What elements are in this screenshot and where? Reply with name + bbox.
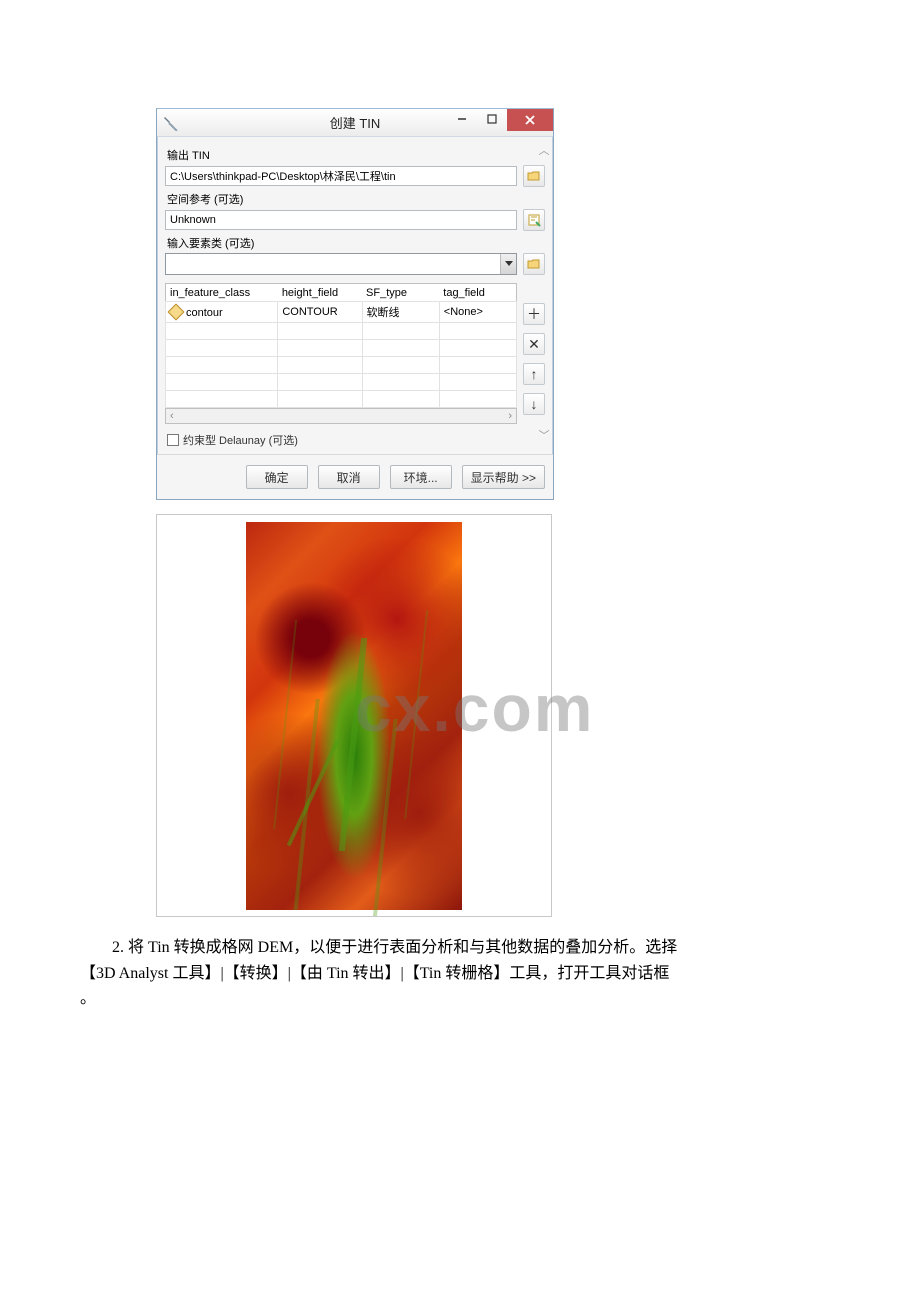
browse-output-button[interactable]: [523, 165, 545, 187]
scroll-right-icon[interactable]: ›: [508, 410, 512, 422]
input-fc-dropdown[interactable]: [165, 253, 517, 275]
polygon-icon: [168, 303, 185, 320]
table-header-row: in_feature_class height_field SF_type ta…: [166, 284, 517, 302]
col-sf-type: SF_type: [362, 284, 439, 302]
col-in-feature-class: in_feature_class: [166, 284, 278, 302]
terrain-image: [246, 522, 462, 910]
window-buttons: [447, 109, 553, 131]
add-row-button[interactable]: ＋: [523, 303, 545, 325]
spatial-ref-label: 空间参考 (可选): [167, 191, 545, 207]
spatial-ref-input[interactable]: [165, 210, 517, 230]
cancel-button[interactable]: 取消: [318, 465, 380, 489]
cell: 软断线: [362, 302, 439, 323]
browse-input-button[interactable]: [523, 253, 545, 275]
feature-class-table[interactable]: in_feature_class height_field SF_type ta…: [165, 283, 517, 408]
table-row[interactable]: .: [166, 323, 517, 340]
show-help-button[interactable]: 显示帮助 >>: [462, 465, 545, 489]
table-row[interactable]: .: [166, 374, 517, 391]
output-tin-label: 输出 TIN: [167, 147, 545, 163]
table-row[interactable]: contour CONTOUR 软断线 <None>: [166, 302, 517, 323]
dialog-body: ︿ 输出 TIN 空间参考 (可选): [157, 137, 553, 454]
dialog-footer: 确定 取消 环境... 显示帮助 >>: [157, 454, 553, 499]
spatial-ref-button[interactable]: [523, 209, 545, 231]
input-fc-label: 输入要素类 (可选): [167, 235, 545, 251]
delaunay-checkbox-label: 约束型 Delaunay (可选): [183, 432, 298, 448]
table-row[interactable]: .: [166, 357, 517, 374]
ok-button[interactable]: 确定: [246, 465, 308, 489]
maximize-button[interactable]: [477, 109, 507, 129]
create-tin-dialog: 创建 TIN ︿ 输出 TIN: [156, 108, 554, 500]
scroll-up-icon[interactable]: ︿: [537, 143, 551, 157]
move-up-button[interactable]: ↑: [523, 363, 545, 385]
environment-button[interactable]: 环境...: [390, 465, 452, 489]
close-button[interactable]: [507, 109, 553, 131]
cell: CONTOUR: [278, 302, 362, 323]
terrain-image-panel: [156, 514, 552, 917]
table-row[interactable]: .: [166, 391, 517, 408]
checkbox-icon[interactable]: [167, 434, 179, 446]
scroll-left-icon[interactable]: ‹: [170, 410, 174, 422]
move-down-button[interactable]: ↓: [523, 393, 545, 415]
body-paragraph: 2. 将 Tin 转换成格网 DEM，以便于进行表面分析和与其他数据的叠加分析。…: [80, 935, 840, 1012]
delete-row-button[interactable]: ✕: [523, 333, 545, 355]
table-row[interactable]: .: [166, 340, 517, 357]
output-tin-input[interactable]: [165, 166, 517, 186]
col-height-field: height_field: [278, 284, 362, 302]
scroll-down-icon[interactable]: ﹀: [537, 428, 551, 442]
col-tag-field: tag_field: [439, 284, 516, 302]
paragraph-line: 。: [80, 986, 840, 1012]
minimize-button[interactable]: [447, 109, 477, 129]
dialog-title: 创建 TIN: [330, 113, 381, 132]
delaunay-checkbox-row[interactable]: 约束型 Delaunay (可选): [167, 432, 545, 448]
hammer-icon: [163, 115, 179, 131]
horizontal-scrollbar[interactable]: ‹ ›: [165, 408, 517, 424]
cell: <None>: [439, 302, 516, 323]
title-bar: 创建 TIN: [157, 109, 553, 137]
cell: contour: [186, 307, 223, 319]
paragraph-line: 【3D Analyst 工具】|【转换】|【由 Tin 转出】|【Tin 转栅格…: [80, 961, 840, 987]
dropdown-arrow-icon[interactable]: [500, 254, 516, 274]
list-side-buttons: ＋ ✕ ↑ ↓: [523, 283, 545, 424]
paragraph-line: 2. 将 Tin 转换成格网 DEM，以便于进行表面分析和与其他数据的叠加分析。…: [80, 935, 840, 961]
